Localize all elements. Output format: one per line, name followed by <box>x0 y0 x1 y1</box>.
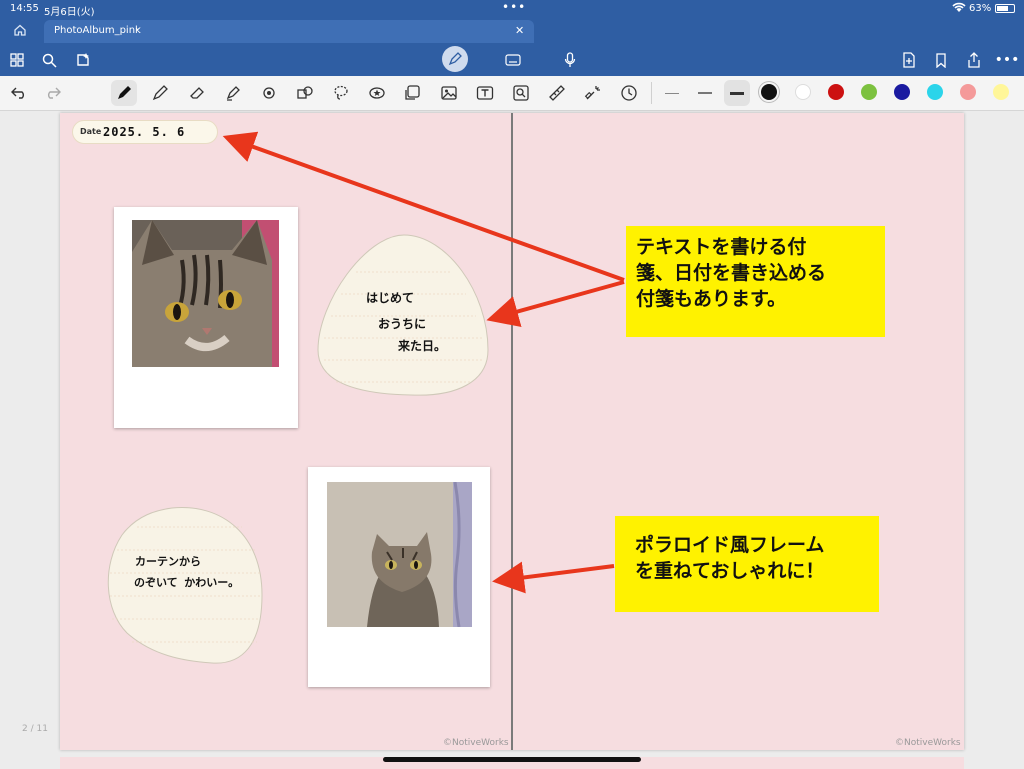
cat-photo-1[interactable] <box>132 220 279 367</box>
note2-line1: カーテンから <box>135 555 201 568</box>
color-swatch-light-yellow[interactable] <box>993 84 1009 100</box>
color-swatch-green[interactable] <box>861 84 877 100</box>
home-indicator[interactable] <box>383 757 641 762</box>
status-bar: 14:55 5月6日(火) ••• 63% <box>0 0 1024 18</box>
callout1-line1: テキストを書ける付 <box>636 236 807 258</box>
redo-icon[interactable] <box>40 80 66 106</box>
stroke-medium-option[interactable] <box>692 80 718 106</box>
battery-icon <box>995 4 1015 13</box>
multitask-dots-icon[interactable]: ••• <box>502 0 526 14</box>
callout2-line2: を重ねておしゃれに！ <box>635 560 825 582</box>
stroke-thin-option[interactable] <box>659 80 685 106</box>
search-icon[interactable] <box>38 49 60 71</box>
highlighter-tool-icon[interactable] <box>220 80 246 106</box>
callout-sticky-notes: テキストを書ける付 箋、日付を書き込める 付箋もあります。 <box>626 226 885 337</box>
share-icon[interactable] <box>963 49 985 71</box>
callout1-line2: 箋、日付を書き込める <box>636 262 827 284</box>
chevron-down-icon[interactable]: ⌄ <box>134 23 142 33</box>
home-icon[interactable] <box>4 19 36 41</box>
undo-icon[interactable] <box>6 80 32 106</box>
text-tool-icon[interactable] <box>472 80 498 106</box>
more-icon[interactable]: ••• <box>995 49 1020 71</box>
battery-percent: 63% <box>969 3 992 14</box>
sticker-tool-icon[interactable] <box>364 80 390 106</box>
copyright-left: ©NotiveWorks <box>443 738 509 748</box>
status-date: 5月6日(火) <box>44 7 95 18</box>
bookmark-icon[interactable] <box>930 49 952 71</box>
eraser-tool-icon[interactable] <box>184 80 210 106</box>
tab-document[interactable]: PhotoAlbum_pink ⌄ ✕ <box>44 20 534 43</box>
page-indicator: 2 / 11 <box>22 724 48 734</box>
callout-polaroid: ポラロイド風フレーム を重ねておしゃれに！ <box>615 516 879 612</box>
note1-line1: はじめて <box>366 291 415 305</box>
callout1-line3: 付箋もあります。 <box>636 288 787 310</box>
color-swatch-white[interactable] <box>795 84 811 100</box>
note2-line2: のぞいて かわいー。 <box>134 576 240 589</box>
date-sticker[interactable]: Date 2025. 5. 6 <box>72 120 218 144</box>
magic-select-icon[interactable] <box>72 49 94 71</box>
pen-mode-icon[interactable] <box>442 46 468 72</box>
color-swatch-pink[interactable] <box>960 84 976 100</box>
note1-line3: 来た日。 <box>398 339 447 353</box>
sticky-note-1[interactable]: はじめて おうちに 来た日。 <box>316 232 491 398</box>
note1-line2: おうちに <box>378 317 427 331</box>
date-handwriting: 2025. 5. 6 <box>103 125 186 139</box>
color-swatch-black[interactable] <box>761 84 777 100</box>
image-tool-icon[interactable] <box>436 80 462 106</box>
clock-icon[interactable] <box>616 80 642 106</box>
polaroid-frame-2[interactable] <box>308 467 490 687</box>
grid-icon[interactable] <box>6 49 28 71</box>
copyright-right: ©NotiveWorks <box>895 738 961 748</box>
color-swatch-cyan[interactable] <box>927 84 943 100</box>
shapes-icon[interactable] <box>292 80 318 106</box>
ruler-tool-icon[interactable] <box>544 80 570 106</box>
polaroid-frame-1[interactable] <box>114 207 298 428</box>
pen-tool-icon[interactable] <box>111 80 137 106</box>
callout2-line1: ポラロイド風フレーム <box>635 534 825 556</box>
date-label: Date <box>80 127 102 136</box>
pencil-tool-icon[interactable] <box>147 80 173 106</box>
add-page-icon[interactable] <box>898 49 920 71</box>
shape-tool-icon[interactable] <box>256 80 282 106</box>
color-swatch-red[interactable] <box>828 84 844 100</box>
stroke-thick-option[interactable] <box>724 80 750 106</box>
toolbar-divider <box>651 82 652 104</box>
sticky-note-2[interactable]: カーテンから のぞいて かわいー。 <box>102 505 265 667</box>
scan-tool-icon[interactable] <box>508 80 534 106</box>
laser-pointer-icon[interactable] <box>580 80 606 106</box>
status-time: 14:55 <box>10 3 39 14</box>
lasso-tool-icon[interactable] <box>328 80 354 106</box>
wifi-icon <box>952 2 966 16</box>
cat-photo-2[interactable] <box>327 482 472 627</box>
close-tab-icon[interactable]: ✕ <box>515 24 524 37</box>
page-divider <box>511 113 513 750</box>
microphone-icon[interactable] <box>559 49 581 71</box>
keyboard-icon[interactable] <box>502 49 524 71</box>
elements-tool-icon[interactable] <box>400 80 426 106</box>
color-swatch-navy[interactable] <box>894 84 910 100</box>
tab-title: PhotoAlbum_pink <box>54 25 141 36</box>
